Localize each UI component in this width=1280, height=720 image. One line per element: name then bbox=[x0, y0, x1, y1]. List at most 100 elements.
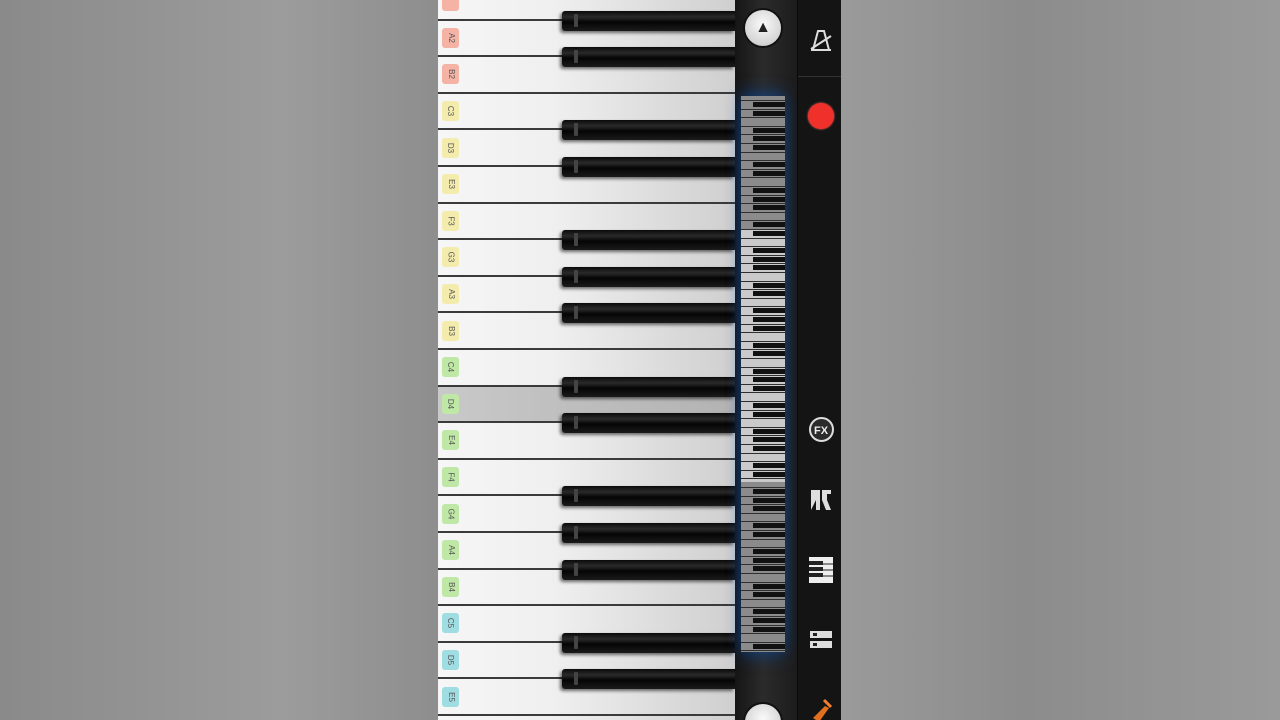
black-key[interactable] bbox=[562, 632, 735, 653]
note-label: C3 bbox=[442, 101, 459, 122]
black-key[interactable] bbox=[562, 47, 735, 68]
mini-keyboard-navigator[interactable] bbox=[741, 96, 785, 652]
mini-black-key bbox=[753, 609, 785, 615]
mini-key-line bbox=[741, 650, 785, 652]
note-label: B4 bbox=[442, 576, 459, 597]
mini-black-key bbox=[753, 523, 785, 529]
mini-key-line bbox=[741, 220, 785, 222]
mini-key-line bbox=[741, 280, 785, 282]
scroll-up-button[interactable]: ▲ bbox=[743, 8, 783, 48]
mini-black-key bbox=[753, 626, 785, 632]
split-keys-icon bbox=[811, 490, 831, 510]
note-label: B2 bbox=[442, 64, 459, 85]
mini-black-key bbox=[753, 489, 785, 494]
black-key[interactable] bbox=[562, 157, 735, 177]
mini-black-key bbox=[753, 463, 785, 469]
black-key[interactable] bbox=[562, 559, 735, 580]
mini-key-line bbox=[741, 151, 785, 153]
mini-key-line bbox=[741, 203, 785, 205]
note-label: A3 bbox=[442, 284, 459, 305]
mini-key-line bbox=[741, 633, 785, 635]
sidebar-divider bbox=[798, 76, 841, 77]
tool-sidebar: FX bbox=[797, 0, 841, 720]
black-key[interactable] bbox=[562, 486, 735, 507]
note-label: A4 bbox=[442, 540, 459, 561]
mini-black-key bbox=[753, 471, 785, 477]
mini-black-key bbox=[753, 557, 785, 563]
mini-key-line bbox=[741, 444, 785, 445]
split-button[interactable] bbox=[803, 482, 839, 518]
black-key[interactable] bbox=[562, 523, 735, 543]
mini-black-key bbox=[753, 351, 785, 357]
mini-key-line bbox=[741, 461, 785, 463]
note-label: D3 bbox=[442, 137, 459, 158]
mini-black-key bbox=[753, 196, 785, 202]
mini-black-key bbox=[753, 549, 785, 555]
mini-key-line bbox=[741, 495, 785, 497]
mini-key-line bbox=[741, 194, 785, 196]
metronome-button[interactable] bbox=[803, 22, 839, 58]
mini-black-key bbox=[753, 162, 785, 168]
note-label-text: B4 bbox=[446, 581, 456, 592]
mini-key-line bbox=[741, 237, 785, 239]
mini-black-key bbox=[753, 532, 785, 537]
sliders-icon bbox=[810, 631, 832, 648]
black-key[interactable] bbox=[562, 376, 735, 397]
black-key[interactable] bbox=[562, 303, 735, 324]
scroll-down-button[interactable] bbox=[743, 702, 783, 720]
fx-button[interactable]: FX bbox=[803, 411, 839, 447]
black-key[interactable] bbox=[562, 266, 735, 287]
mini-black-key bbox=[753, 205, 785, 211]
mini-black-key bbox=[753, 385, 785, 391]
mini-key-line bbox=[741, 100, 785, 101]
note-label: F3 bbox=[442, 210, 459, 231]
mini-key-line bbox=[741, 573, 785, 574]
instrument-icon bbox=[813, 698, 833, 720]
mini-key-line bbox=[741, 581, 785, 583]
mini-key-line bbox=[741, 315, 785, 316]
mini-key-line bbox=[741, 590, 785, 592]
note-label-text: B3 bbox=[446, 325, 456, 336]
mini-key-line bbox=[741, 125, 785, 127]
mini-key-line bbox=[741, 641, 785, 643]
triangle-up-icon: ▲ bbox=[755, 19, 771, 36]
note-label-text: F3 bbox=[446, 216, 456, 226]
white-key-partial[interactable] bbox=[438, 716, 735, 720]
mini-key-line bbox=[741, 306, 785, 308]
black-key[interactable] bbox=[562, 413, 735, 434]
mini-black-key bbox=[753, 256, 785, 262]
black-key[interactable] bbox=[562, 669, 735, 690]
black-key[interactable] bbox=[562, 230, 735, 251]
black-key[interactable] bbox=[562, 10, 735, 31]
black-key[interactable] bbox=[562, 120, 735, 141]
note-label-text: D3 bbox=[446, 142, 456, 153]
mini-key-line bbox=[741, 108, 785, 110]
mini-black-key bbox=[753, 377, 785, 383]
mini-key-line bbox=[741, 538, 785, 540]
mini-key-line bbox=[741, 254, 785, 256]
settings-button[interactable] bbox=[803, 622, 839, 658]
mini-key-line bbox=[741, 340, 785, 342]
keyboard-layout-button[interactable] bbox=[803, 552, 839, 588]
note-label-text: D4 bbox=[446, 398, 456, 410]
mini-key-line bbox=[741, 530, 785, 531]
note-label-text: A3 bbox=[446, 289, 456, 299]
mini-black-key bbox=[753, 342, 785, 348]
mini-key-line bbox=[741, 435, 785, 437]
mini-black-key bbox=[753, 428, 785, 434]
mini-key-line bbox=[741, 263, 785, 265]
mini-key-line bbox=[741, 504, 785, 506]
mini-key-line bbox=[741, 358, 785, 359]
note-label-text: C5 bbox=[446, 618, 456, 629]
mini-black-key bbox=[753, 170, 785, 176]
mini-black-key bbox=[753, 437, 785, 443]
instrument-button[interactable] bbox=[803, 692, 839, 720]
note-label-text: G3 bbox=[446, 252, 456, 263]
mini-key-line bbox=[741, 478, 785, 480]
record-button[interactable] bbox=[803, 98, 839, 134]
note-label: A2 bbox=[442, 27, 459, 48]
mini-key-line bbox=[741, 547, 785, 549]
note-label-text: E3 bbox=[446, 179, 456, 190]
mini-key-line bbox=[741, 512, 785, 514]
note-label: C5 bbox=[442, 613, 459, 634]
